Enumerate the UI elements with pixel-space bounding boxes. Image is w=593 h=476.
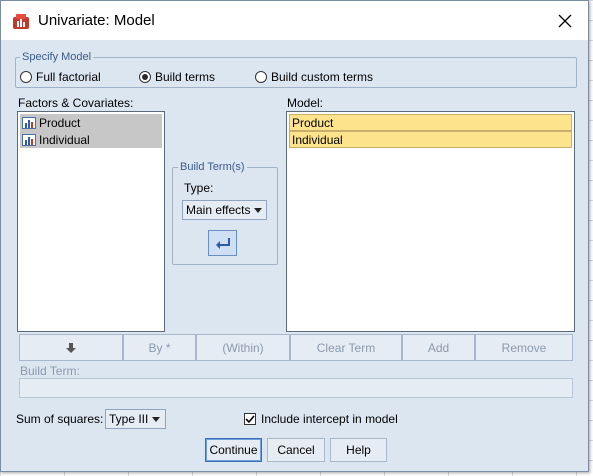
univariate-model-dialog: Univariate: Model Specify Model Full fac… xyxy=(0,0,589,472)
build-term-field[interactable] xyxy=(19,378,573,398)
list-item[interactable]: Individual xyxy=(20,131,162,148)
remove-button[interactable]: Remove xyxy=(475,334,573,361)
list-item[interactable]: Product xyxy=(20,114,162,131)
chevron-down-icon xyxy=(254,207,263,213)
sum-of-squares-label: Sum of squares: xyxy=(16,412,104,426)
add-button[interactable]: Add xyxy=(402,334,475,361)
sum-of-squares-value: Type III xyxy=(109,412,149,426)
within-button[interactable]: (Within) xyxy=(196,334,290,361)
clear-term-button[interactable]: Clear Term xyxy=(290,334,402,361)
scale-variable-icon xyxy=(22,133,36,146)
app-icon xyxy=(13,14,29,29)
model-list[interactable]: Product Individual xyxy=(286,111,575,332)
clear-term-button-label: Clear Term xyxy=(316,340,376,355)
include-intercept-checkbox[interactable] xyxy=(244,413,256,425)
factors-covariates-list[interactable]: Product Individual xyxy=(17,111,165,332)
build-terms-legend: Build Term(s) xyxy=(178,161,247,173)
close-icon xyxy=(558,14,572,27)
build-terms-radio[interactable]: Build terms xyxy=(139,70,215,84)
model-item-label: Product xyxy=(292,115,334,130)
build-custom-terms-radio-dot xyxy=(255,71,267,83)
cancel-button-label: Cancel xyxy=(277,443,315,457)
add-button-label: Add xyxy=(427,340,450,355)
by-button[interactable]: By * xyxy=(123,334,196,361)
checkmark-icon xyxy=(245,415,255,424)
include-intercept-label: Include intercept in model xyxy=(261,412,398,426)
move-to-model-button[interactable] xyxy=(208,230,237,256)
build-term-label: Build Term: xyxy=(20,364,80,378)
continue-button[interactable]: Continue xyxy=(205,438,262,462)
arrow-left-icon xyxy=(215,238,230,249)
cancel-button[interactable]: Cancel xyxy=(267,438,325,462)
remove-button-label: Remove xyxy=(501,340,547,355)
move-down-button[interactable] xyxy=(19,334,123,361)
specify-model-legend: Specify Model xyxy=(20,51,94,63)
type-dropdown[interactable]: Main effects xyxy=(182,200,267,220)
full-factorial-radio-dot xyxy=(20,71,32,83)
chevron-down-icon xyxy=(152,416,161,422)
sum-of-squares-dropdown[interactable]: Type III xyxy=(105,409,166,429)
within-button-label: (Within) xyxy=(222,340,264,355)
full-factorial-radio[interactable]: Full factorial xyxy=(20,70,101,84)
build-terms-label: Build terms xyxy=(155,70,216,84)
full-factorial-label: Full factorial xyxy=(36,70,101,84)
build-custom-terms-label: Build custom terms xyxy=(271,70,374,84)
type-label: Type: xyxy=(184,181,214,195)
window-title: Univariate: Model xyxy=(38,12,155,29)
scale-variable-icon xyxy=(22,116,36,129)
arrow-down-icon xyxy=(66,342,76,353)
list-item[interactable]: Product xyxy=(289,114,572,131)
type-dropdown-value: Main effects xyxy=(186,203,251,217)
by-button-label: By * xyxy=(148,340,171,355)
model-item-label: Individual xyxy=(292,132,343,147)
build-custom-terms-radio[interactable]: Build custom terms xyxy=(255,70,373,84)
help-button-label: Help xyxy=(346,443,371,457)
help-button[interactable]: Help xyxy=(330,438,387,462)
factors-covariates-label: Factors & Covariates: xyxy=(18,96,134,110)
factor-item-label: Product xyxy=(39,115,81,130)
build-terms-radio-dot xyxy=(139,71,151,83)
model-label: Model: xyxy=(287,96,324,110)
close-button[interactable] xyxy=(542,1,588,40)
continue-button-label: Continue xyxy=(209,443,258,457)
factor-item-label: Individual xyxy=(39,132,90,147)
title-bar: Univariate: Model xyxy=(1,1,588,40)
list-item[interactable]: Individual xyxy=(289,131,572,148)
